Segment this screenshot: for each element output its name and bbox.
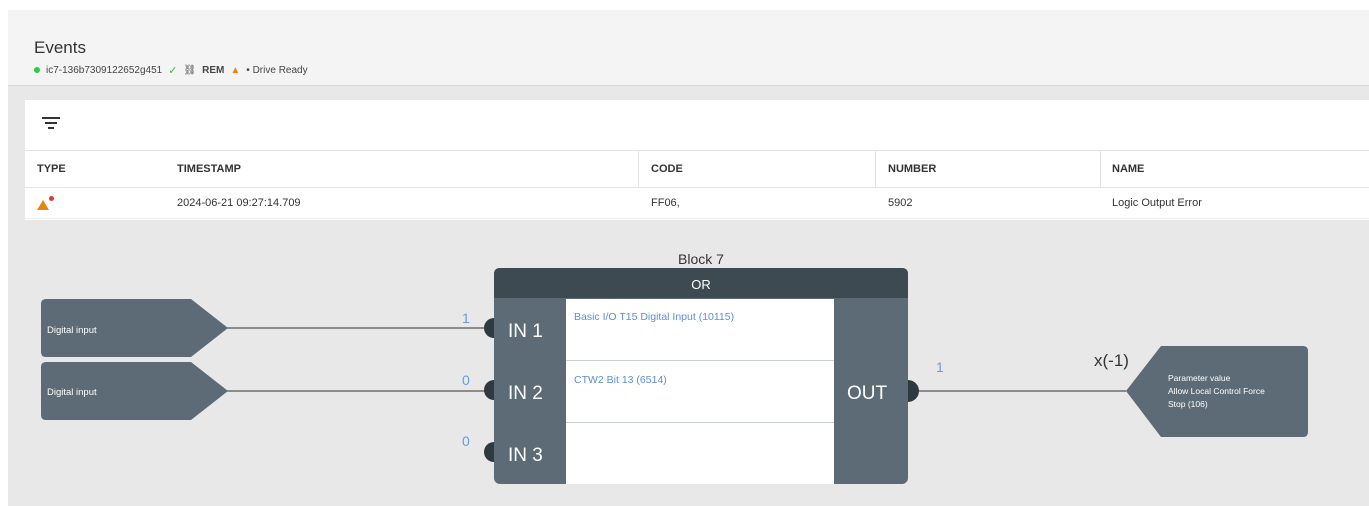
target-title: Parameter value [1168,373,1231,383]
out-connector[interactable] [908,380,919,402]
signal-link-in2[interactable]: CTW2 Bit 13 (6514) [574,374,667,386]
in2-connector[interactable] [484,380,494,400]
column-divider [638,151,639,187]
out-value: 1 [936,359,944,375]
filter-button[interactable] [38,112,64,134]
target-parameter-value[interactable]: Parameter value Allow Local Control Forc… [1126,346,1308,437]
row-timestamp: 2024-06-21 09:27:14.709 [177,197,301,209]
device-id: ic7-136b7309122652g451 [46,64,163,76]
warning-triangle-icon [37,200,49,210]
signal-panel-1[interactable] [566,299,834,360]
in1-connector[interactable] [484,318,494,338]
app-frame: Events ic7-136b7309122652g451 ✓ ⛓ REM ▲ … [0,0,1369,506]
signal-link-in1[interactable]: Basic I/O T15 Digital Input (10115) [574,311,734,323]
column-divider [1100,151,1101,187]
row-number: 5902 [888,197,913,209]
logic-diagram-canvas: Digital input Digital input 1 0 0 Block … [41,251,1308,484]
table-header: TYPE TIMESTAMP CODE NUMBER NAME [25,150,1369,188]
column-header-number[interactable]: NUMBER [888,151,936,187]
port-out: OUT [847,383,888,404]
logic-diagram: Digital input Digital input 1 0 0 Block … [8,230,1369,506]
warning-type-icon [37,196,55,210]
column-divider [875,151,876,187]
port-in3: IN 3 [508,445,543,466]
warning-icon: ▲ [230,64,241,76]
port-in1: IN 1 [508,321,543,342]
source-label: Digital input [47,325,97,336]
in1-value: 1 [462,310,470,326]
column-header-name[interactable]: NAME [1112,151,1144,187]
target-line-2: Stop (106) [1168,399,1208,409]
check-icon: ✓ [168,64,178,77]
signal-panel-2[interactable] [566,361,834,422]
filter-icon-line [48,127,54,129]
online-status-icon [34,67,40,73]
source-label: Digital input [47,387,97,398]
control-mode: REM [202,64,225,76]
block-type: OR [691,277,711,292]
column-header-code[interactable]: CODE [651,151,683,187]
column-header-type[interactable]: TYPE [37,151,66,187]
filter-icon-line [42,117,60,119]
drive-status: • Drive Ready [246,64,308,76]
row-type-cell [37,188,55,218]
table-row[interactable]: 2024-06-21 09:27:14.709 FF06, 5902 Logic… [25,188,1369,219]
alert-dot-icon [49,196,54,201]
page-title: Events [34,38,86,57]
output-modifier: x(-1) [1094,351,1129,370]
device-status-row: ic7-136b7309122652g451 ✓ ⛓ REM ▲ • Drive… [34,62,308,78]
column-header-timestamp[interactable]: TIMESTAMP [177,151,241,187]
target-line-1: Allow Local Control Force [1168,386,1265,396]
in2-value: 0 [462,372,470,388]
row-name: Logic Output Error [1112,197,1202,209]
signal-panel-3[interactable] [566,423,834,484]
link-off-icon: ⛓ [183,64,197,76]
port-in2: IN 2 [508,383,543,404]
row-code: FF06, [651,197,680,209]
logic-block[interactable]: OR Basic I/O T15 Digital Input (10115) C… [494,268,908,484]
source-digital-input-1[interactable]: Digital input [41,299,228,357]
in3-connector[interactable] [484,442,494,462]
source-digital-input-2[interactable]: Digital input [41,362,228,420]
in3-value: 0 [462,433,470,449]
block-title: Block 7 [678,251,724,267]
filter-icon-line [45,122,57,124]
